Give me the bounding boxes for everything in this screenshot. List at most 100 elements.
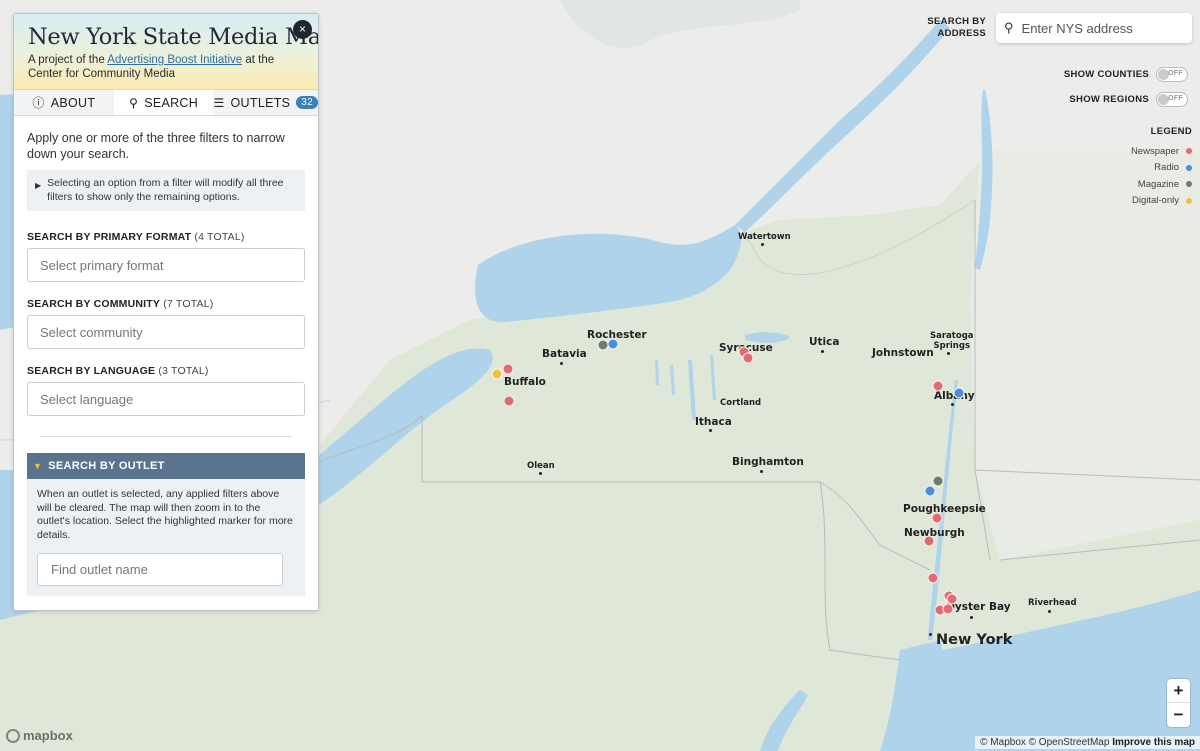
tab-bar: ⓘ ABOUT ⚲ SEARCH ☰ OUTLETS 32 (14, 89, 318, 116)
city-dot (539, 472, 542, 475)
city-label-new-york: New York (936, 632, 1013, 648)
info-icon: ⓘ (32, 96, 45, 110)
city-label-saratoga-springs: Saratoga Springs (930, 331, 974, 351)
map-attribution: © Mapbox © OpenStreetMap Improve this ma… (975, 736, 1200, 749)
divider (40, 436, 292, 437)
panel-header: New York State Media Map A project of th… (14, 14, 318, 89)
city-label-utica: Utica (809, 336, 840, 348)
city-dot (951, 403, 954, 406)
filter-label-format: SEARCH BY PRIMARY FORMAT (4 TOTAL) (27, 231, 305, 243)
city-label-ithaca: Ithaca (695, 416, 732, 428)
outlet-marker-newspaper[interactable] (742, 352, 754, 364)
city-label-buffalo: Buffalo (504, 376, 546, 388)
close-button[interactable]: × (293, 20, 312, 39)
outlet-marker-digital-only[interactable] (491, 368, 503, 380)
legend-label: Magazine (1137, 178, 1179, 190)
city-dot (1048, 610, 1051, 613)
filter-count: (3 TOTAL) (158, 365, 209, 377)
city-label-riverhead: Riverhead (1028, 598, 1077, 608)
tab-label: SEARCH (144, 95, 199, 110)
mapbox-logo-text: mapbox (23, 728, 73, 743)
legend-label: Digital-only (1132, 195, 1179, 207)
outlet-section-body: When an outlet is selected, any applied … (27, 479, 305, 596)
outlet-section-heading: SEARCH BY OUTLET (48, 460, 165, 472)
disclosure-triangle-icon: ▼ (33, 461, 43, 471)
filter-count: (7 TOTAL) (163, 298, 214, 310)
zoom-in-button[interactable]: + (1167, 679, 1190, 703)
outlet-marker-newspaper[interactable] (503, 395, 515, 407)
legend-dot (1186, 148, 1192, 155)
city-dot (947, 352, 950, 355)
language-select[interactable]: Select language (27, 382, 305, 416)
show-regions-toggle[interactable]: OFF (1156, 92, 1188, 107)
outlet-marker-newspaper[interactable] (923, 535, 935, 547)
filter-label-language: SEARCH BY LANGUAGE (3 TOTAL) (27, 365, 305, 377)
label-line: ADDRESS (937, 28, 986, 39)
advertising-boost-link[interactable]: Advertising Boost Initiative (107, 54, 242, 66)
outlet-section-toggle[interactable]: ▼ SEARCH BY OUTLET (27, 453, 305, 479)
address-search-label: SEARCH BY ADDRESS (916, 16, 986, 40)
legend-label: Radio (1154, 162, 1179, 174)
tab-label: ABOUT (50, 95, 96, 110)
outlet-marker-newspaper[interactable] (927, 572, 939, 584)
city-label-cortland: Cortland (720, 398, 762, 408)
show-regions-label: SHOW REGIONS (1069, 94, 1149, 105)
outlet-count-badge: 32 (296, 96, 318, 109)
outlet-marker-newspaper[interactable] (932, 380, 944, 392)
legend-dot (1186, 164, 1192, 171)
map-legend: LEGEND Newspaper Radio Magazine Digital-… (1131, 126, 1192, 209)
city-dot (709, 429, 712, 432)
outlet-marker-radio[interactable] (607, 338, 619, 350)
primary-format-select[interactable]: Select primary format (27, 248, 305, 282)
legend-item-magazine: Magazine (1131, 176, 1192, 193)
city-dot (821, 350, 824, 353)
outlet-marker-radio[interactable] (953, 387, 965, 399)
mapbox-logo[interactable]: mapbox (6, 728, 73, 743)
city-dot (761, 243, 764, 246)
hint-text: Selecting an option from a filter will m… (47, 177, 284, 203)
city-dot (760, 470, 763, 473)
city-label-newburgh: Newburgh (904, 527, 965, 539)
legend-item-digital-only: Digital-only (1131, 193, 1192, 210)
search-panel-body: Apply one or more of the three filters t… (14, 116, 318, 596)
page-title: New York State Media Map (28, 24, 319, 50)
filter-count: (4 TOTAL) (194, 231, 245, 243)
sidebar-panel: New York State Media Map A project of th… (13, 13, 319, 611)
show-counties-toggle[interactable]: OFF (1156, 67, 1188, 82)
community-select[interactable]: Select community (27, 315, 305, 349)
filter-label-text: SEARCH BY COMMUNITY (27, 298, 161, 310)
tab-outlets[interactable]: ☰ OUTLETS 32 (213, 90, 318, 115)
mapbox-logo-icon (6, 728, 20, 743)
show-regions-row: SHOW REGIONS OFF (1069, 92, 1188, 107)
outlet-marker-radio[interactable] (924, 485, 936, 497)
city-dot (929, 633, 932, 636)
search-icon: ⚲ (1004, 20, 1014, 35)
intro-text: Apply one or more of the three filters t… (27, 131, 285, 161)
outlet-marker-newspaper[interactable] (502, 363, 514, 375)
legend-item-newspaper: Newspaper (1131, 143, 1192, 160)
filter-label-community: SEARCH BY COMMUNITY (7 TOTAL) (27, 298, 305, 310)
improve-map-link[interactable]: Improve this map (1112, 737, 1195, 748)
outlet-marker-newspaper[interactable] (931, 512, 943, 524)
show-counties-label: SHOW COUNTIES (1063, 69, 1149, 80)
tab-search[interactable]: ⚲ SEARCH (113, 90, 214, 115)
tab-about[interactable]: ⓘ ABOUT (14, 90, 114, 115)
toggle-state: OFF (1168, 95, 1183, 102)
address-placeholder: Enter NYS address (1021, 20, 1133, 36)
list-icon: ☰ (213, 95, 225, 110)
outlet-marker-newspaper[interactable] (942, 603, 954, 615)
outlet-marker-magazine[interactable] (932, 475, 944, 487)
panel-subtitle: A project of the Advertising Boost Initi… (28, 53, 304, 81)
city-dot (970, 616, 973, 619)
attribution-text: © Mapbox © OpenStreetMap (980, 737, 1110, 748)
toggle-state: OFF (1168, 70, 1183, 77)
outlet-description: When an outlet is selected, any applied … (37, 488, 293, 541)
hint-box[interactable]: ▶ Selecting an option from a filter will… (27, 170, 305, 211)
search-icon: ⚲ (129, 95, 139, 110)
legend-dot (1186, 181, 1192, 188)
legend-title: LEGEND (1150, 126, 1192, 137)
subtitle-text: A project of the (28, 54, 108, 66)
zoom-out-button[interactable]: − (1167, 703, 1190, 727)
address-search-input[interactable]: ⚲ Enter NYS address (996, 13, 1192, 43)
outlet-name-input[interactable]: Find outlet name (37, 553, 283, 586)
